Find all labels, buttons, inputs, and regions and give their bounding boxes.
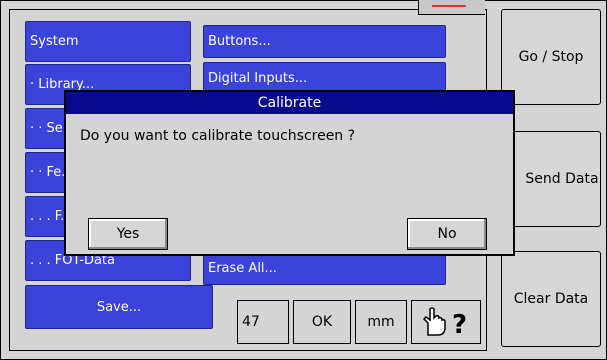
menu-item-erase-all[interactable]: Erase All... bbox=[203, 252, 446, 285]
go-stop-label: Go / Stop bbox=[518, 49, 584, 65]
menu-item-buttons[interactable]: Buttons... bbox=[203, 25, 446, 58]
hand-pointer-question-icon: ? bbox=[422, 307, 467, 339]
ok-label: OK bbox=[311, 314, 333, 330]
send-data-label: Send Data bbox=[525, 171, 599, 187]
menu-item-system[interactable]: System bbox=[25, 21, 191, 62]
svg-text:?: ? bbox=[452, 310, 467, 339]
save-label: Save... bbox=[96, 299, 142, 315]
yes-button[interactable]: Yes bbox=[88, 218, 168, 250]
status-value: 47 bbox=[237, 300, 289, 344]
unit-display: mm bbox=[355, 300, 407, 344]
unit-label: mm bbox=[367, 314, 395, 330]
no-button[interactable]: No bbox=[407, 218, 487, 250]
go-stop-button[interactable]: Go / Stop bbox=[501, 9, 601, 105]
no-label: No bbox=[437, 226, 457, 242]
ok-button[interactable]: OK bbox=[293, 300, 351, 344]
save-button[interactable]: Save... bbox=[25, 285, 213, 329]
menu-item-label: Erase All... bbox=[208, 261, 277, 276]
yes-label: Yes bbox=[116, 226, 140, 242]
dialog-message: Do you want to calibrate touchscreen ? bbox=[80, 128, 356, 144]
send-data-button[interactable]: Send Data bbox=[501, 131, 601, 227]
menu-item-label: Digital Inputs... bbox=[208, 71, 308, 86]
indicator-line bbox=[432, 5, 466, 7]
dialog-title: Calibrate bbox=[66, 92, 513, 114]
menu-item-label: System bbox=[30, 34, 79, 49]
status-value-text: 47 bbox=[242, 314, 260, 330]
calibrate-dialog: Calibrate Do you want to calibrate touch… bbox=[64, 90, 515, 256]
top-indicator bbox=[418, 0, 485, 15]
clear-data-label: Clear Data bbox=[513, 291, 589, 307]
clear-data-button[interactable]: Clear Data bbox=[501, 251, 601, 347]
menu-item-label: Buttons... bbox=[208, 34, 271, 49]
help-button[interactable]: ? bbox=[411, 300, 481, 344]
